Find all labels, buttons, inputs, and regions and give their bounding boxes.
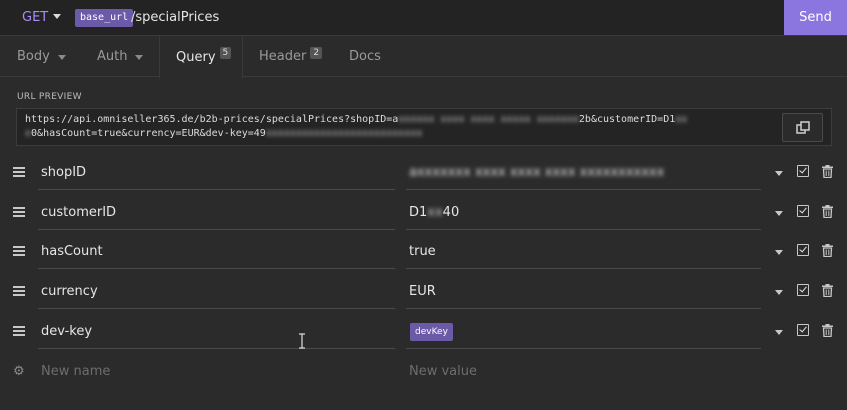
param-row: dev-key devKey [0,313,847,353]
chevron-down-icon[interactable] [775,330,783,335]
copy-button[interactable] [782,113,823,142]
tab-label: Body [17,49,50,64]
tab-label: Header [259,49,307,64]
tab-label: Auth [97,49,128,64]
tab-body[interactable]: Body [17,36,66,77]
enable-checkbox[interactable] [797,284,809,296]
tab-query[interactable]: Query 5 [159,36,243,78]
tab-label: Query [176,49,216,65]
param-row: hasCount true [0,233,847,273]
url-preview-label: URL PREVIEW [17,92,82,102]
chevron-down-icon[interactable] [775,290,783,295]
url-bar: GET base_url /specialPrices Send [0,0,847,36]
param-row: currency EUR [0,273,847,313]
new-name-input[interactable]: New name [38,353,395,389]
chevron-down-icon[interactable] [775,171,783,176]
param-value-field[interactable]: D1xx40 [406,194,761,230]
drag-handle-icon[interactable] [13,207,25,217]
url-input[interactable]: /specialPrices [131,9,219,27]
new-param-row: ⚙ New name New value [0,353,847,393]
chevron-down-icon[interactable] [775,250,783,255]
trash-icon[interactable] [822,205,833,218]
gear-icon[interactable]: ⚙ [13,365,25,378]
enable-checkbox[interactable] [797,205,809,217]
trash-icon[interactable] [822,165,833,178]
env-variable-tag[interactable]: devKey [410,323,453,341]
param-value-field[interactable]: true [406,233,761,269]
drag-handle-icon[interactable] [13,246,25,256]
tab-label: Docs [349,49,381,64]
trash-icon[interactable] [822,324,833,337]
send-button[interactable]: Send [784,0,847,35]
text-cursor-icon [299,333,305,349]
copy-icon [795,120,810,134]
chevron-down-icon[interactable] [53,14,61,19]
drag-handle-icon[interactable] [13,167,25,177]
count-badge: 5 [219,47,232,59]
param-value-field[interactable]: EUR [406,273,761,309]
method-selector[interactable]: GET [22,10,48,25]
param-name-field[interactable]: currency [38,273,395,309]
chevron-down-icon[interactable] [775,211,783,216]
enable-checkbox[interactable] [797,324,809,336]
trash-icon[interactable] [822,244,833,257]
param-row: shopID axxxxxxx xxxx xxxx xxxx xxxxxxxxx… [0,154,847,194]
tab-header[interactable]: Header 2 [259,36,323,77]
param-name-field[interactable]: customerID [38,194,395,230]
chevron-down-icon [57,55,66,60]
enable-checkbox[interactable] [797,244,809,256]
param-name-field[interactable]: shopID [38,154,395,190]
drag-handle-icon[interactable] [13,326,25,336]
param-row: customerID D1xx40 [0,194,847,234]
count-badge: 2 [310,46,323,59]
new-value-input[interactable]: New value [406,353,761,389]
param-name-field[interactable]: dev-key [38,313,395,349]
tab-auth[interactable]: Auth [97,36,144,77]
enable-checkbox[interactable] [797,165,809,177]
param-value-field[interactable]: devKey [406,313,761,349]
url-preview-box: https://api.omniseller365.de/b2b-prices/… [16,108,832,146]
env-variable-tag[interactable]: base_url [75,9,134,27]
url-preview-text: https://api.omniseller365.de/b2b-prices/… [25,114,688,139]
trash-icon[interactable] [822,284,833,297]
param-value-field[interactable]: axxxxxxx xxxx xxxx xxxx xxxxxxxxxxx [406,154,761,190]
request-tabs: Body Auth Query 5 Header 2 Docs [0,36,847,78]
chevron-down-icon [135,55,144,60]
drag-handle-icon[interactable] [13,286,25,296]
tab-docs[interactable]: Docs [349,36,381,77]
param-name-field[interactable]: hasCount [38,233,395,269]
